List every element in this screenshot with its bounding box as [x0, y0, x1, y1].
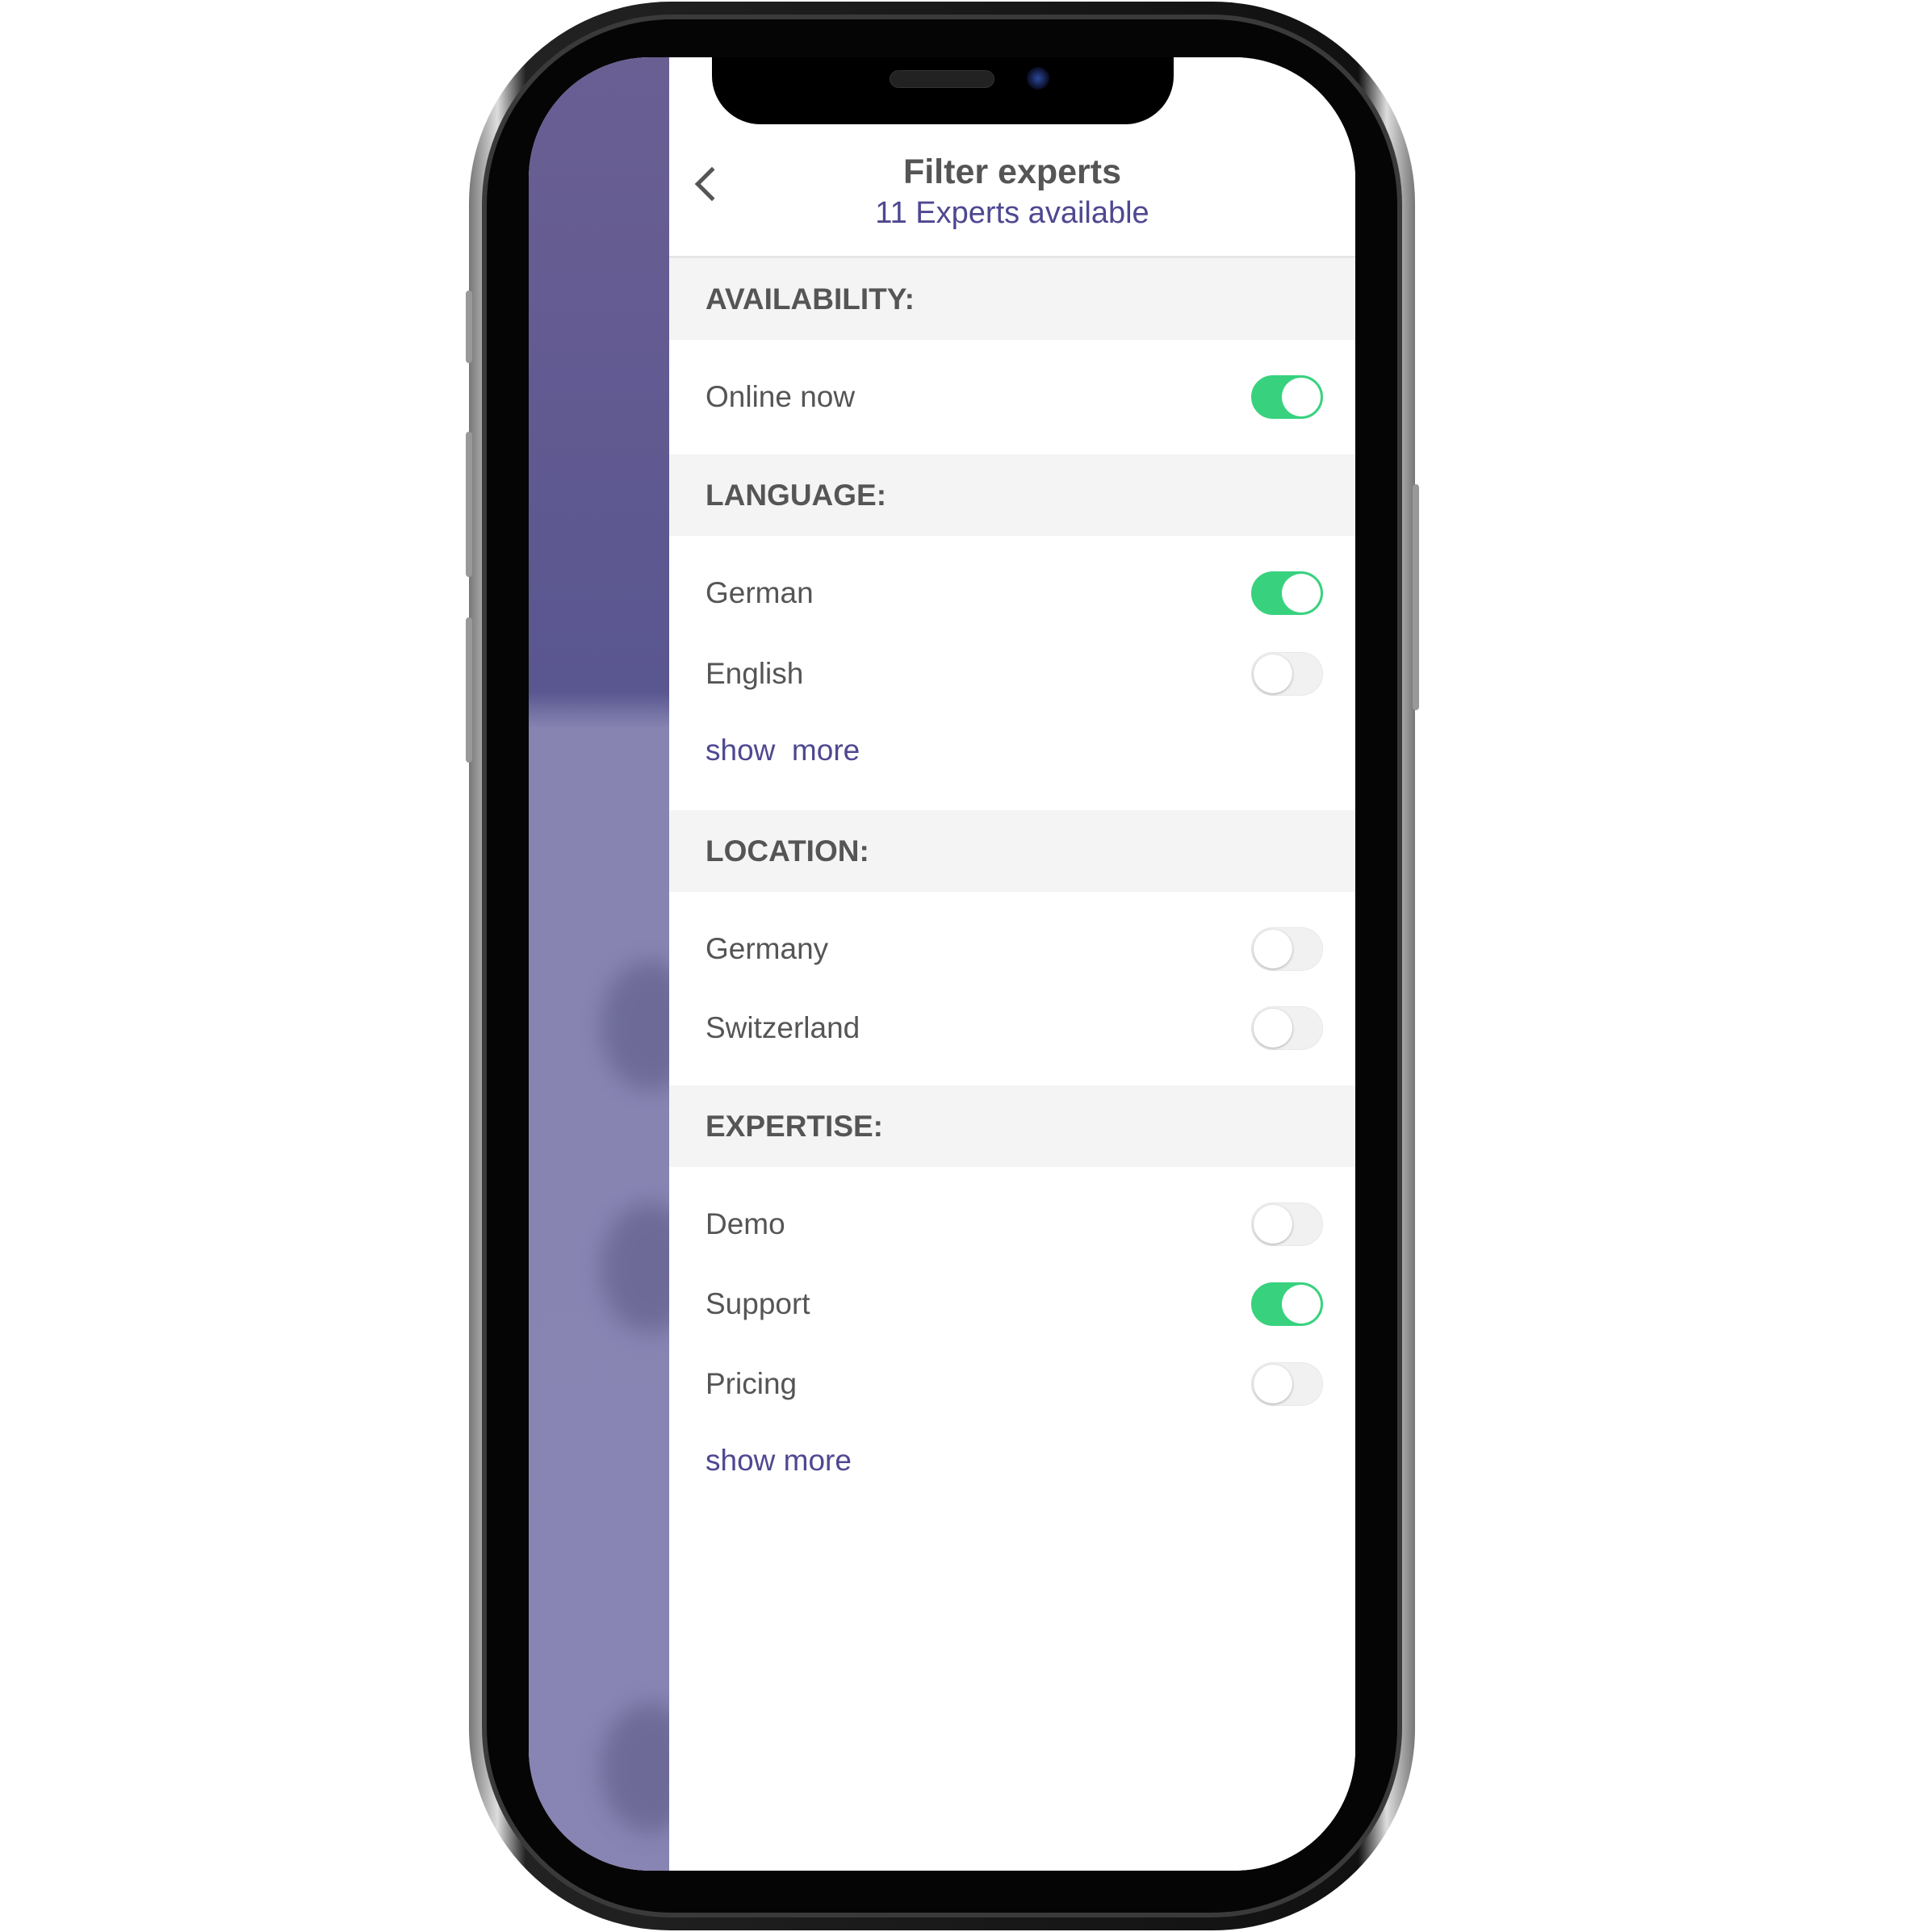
filter-label: Support [705, 1287, 810, 1320]
filter-label: Online now [705, 380, 856, 413]
section-expertise: EXPERTISE: [669, 1085, 1355, 1167]
filter-row-english[interactable]: English [705, 650, 1323, 698]
filter-row-germany[interactable]: Germany [705, 925, 1323, 973]
side-button [1413, 484, 1419, 710]
notch [712, 57, 1174, 124]
toggle-support[interactable] [1251, 1282, 1323, 1326]
page-title: Filter experts [902, 153, 1122, 191]
filter-row-switzerland[interactable]: Switzerland [705, 1004, 1323, 1052]
volume-down-button [466, 617, 472, 763]
section-location: LOCATION: [669, 810, 1355, 892]
show-more-expertise-link[interactable]: show more [705, 1444, 852, 1478]
toggle-demo[interactable] [1251, 1202, 1323, 1246]
filter-label: English [705, 657, 804, 690]
filter-row-demo[interactable]: Demo [705, 1200, 1323, 1248]
toggle-pricing[interactable] [1251, 1362, 1323, 1406]
blurred-background-app [529, 57, 698, 1871]
section-language: LANGUAGE: [669, 454, 1355, 536]
filter-label: Demo [705, 1207, 785, 1240]
filter-label: Switzerland [705, 1011, 860, 1044]
filter-row-online-now[interactable]: Online now [705, 373, 1323, 421]
toggle-online-now[interactable] [1251, 375, 1323, 419]
section-availability: AVAILABILITY: [669, 258, 1355, 340]
mute-switch [466, 291, 472, 363]
filter-row-support[interactable]: Support [705, 1280, 1323, 1328]
experts-count: 11 Experts available [875, 196, 1149, 230]
filter-row-german[interactable]: German [705, 569, 1323, 617]
filter-panel: Filter experts 11 Experts available AVAI… [669, 57, 1355, 1871]
toggle-english[interactable] [1251, 652, 1323, 696]
toggle-germany[interactable] [1251, 927, 1323, 971]
toggle-switzerland[interactable] [1251, 1006, 1323, 1050]
filter-label: Pricing [705, 1367, 798, 1400]
volume-up-button [466, 432, 472, 577]
speaker-grille [890, 70, 994, 88]
filter-label: Germany [705, 932, 829, 965]
screen: Filter experts 11 Experts available AVAI… [529, 57, 1355, 1871]
show-more-language-link[interactable]: show more [705, 734, 860, 767]
filter-row-pricing[interactable]: Pricing [705, 1360, 1323, 1408]
front-camera [1027, 67, 1049, 90]
toggle-german[interactable] [1251, 571, 1323, 615]
filter-label: German [705, 576, 814, 609]
